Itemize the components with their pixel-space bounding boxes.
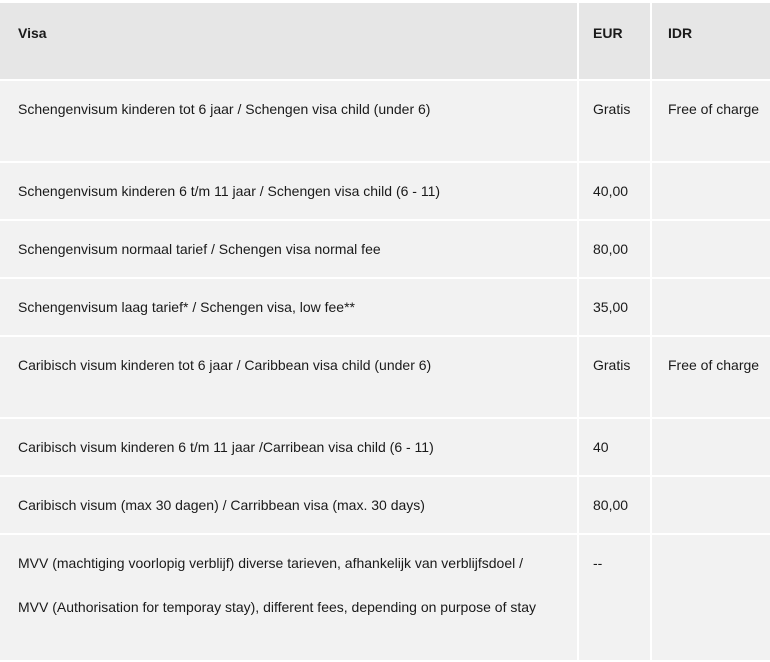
visa-fee-table: Visa EUR IDR Schengenvisum kinderen tot … <box>0 1 770 662</box>
cell-eur: Gratis <box>579 337 650 417</box>
cell-idr <box>652 419 770 475</box>
header-idr: IDR <box>652 3 770 79</box>
cell-visa: Caribisch visum kinderen tot 6 jaar / Ca… <box>0 337 577 417</box>
cell-eur: 80,00 <box>579 221 650 277</box>
table-body: Schengenvisum kinderen tot 6 jaar / Sche… <box>0 81 770 660</box>
table-row: Caribisch visum kinderen 6 t/m 11 jaar /… <box>0 419 770 475</box>
cell-eur: 40 <box>579 419 650 475</box>
cell-eur: 80,00 <box>579 477 650 533</box>
header-row: Visa EUR IDR <box>0 3 770 79</box>
cell-eur: 40,00 <box>579 163 650 219</box>
header-visa: Visa <box>0 3 577 79</box>
table-row: Caribisch visum (max 30 dagen) / Carribb… <box>0 477 770 533</box>
cell-idr <box>652 535 770 660</box>
cell-idr <box>652 221 770 277</box>
cell-eur: Gratis <box>579 81 650 161</box>
cell-idr: Free of charge <box>652 81 770 161</box>
cell-eur: -- <box>579 535 650 660</box>
cell-visa: Caribisch visum (max 30 dagen) / Carribb… <box>0 477 577 533</box>
cell-idr <box>652 477 770 533</box>
table-row: Schengenvisum kinderen 6 t/m 11 jaar / S… <box>0 163 770 219</box>
cell-visa: Schengenvisum laag tarief* / Schengen vi… <box>0 279 577 335</box>
cell-idr <box>652 279 770 335</box>
cell-visa: Schengenvisum kinderen tot 6 jaar / Sche… <box>0 81 577 161</box>
cell-idr <box>652 163 770 219</box>
table-row: Schengenvisum kinderen tot 6 jaar / Sche… <box>0 81 770 161</box>
table-header: Visa EUR IDR <box>0 3 770 79</box>
cell-visa: Caribisch visum kinderen 6 t/m 11 jaar /… <box>0 419 577 475</box>
header-eur: EUR <box>579 3 650 79</box>
mvv-dutch-text: MVV (machtiging voorlopig verblijf) dive… <box>18 555 524 571</box>
table-row: MVV (machtiging voorlopig verblijf) dive… <box>0 535 770 660</box>
table-row: Schengenvisum normaal tarief / Schengen … <box>0 221 770 277</box>
cell-idr: Free of charge <box>652 337 770 417</box>
table-row: Schengenvisum laag tarief* / Schengen vi… <box>0 279 770 335</box>
cell-eur: 35,00 <box>579 279 650 335</box>
cell-visa: MVV (machtiging voorlopig verblijf) dive… <box>0 535 577 660</box>
table-row: Caribisch visum kinderen tot 6 jaar / Ca… <box>0 337 770 417</box>
mvv-english-text: MVV (Authorisation for temporay stay), d… <box>18 599 537 615</box>
cell-visa: Schengenvisum normaal tarief / Schengen … <box>0 221 577 277</box>
cell-visa: Schengenvisum kinderen 6 t/m 11 jaar / S… <box>0 163 577 219</box>
